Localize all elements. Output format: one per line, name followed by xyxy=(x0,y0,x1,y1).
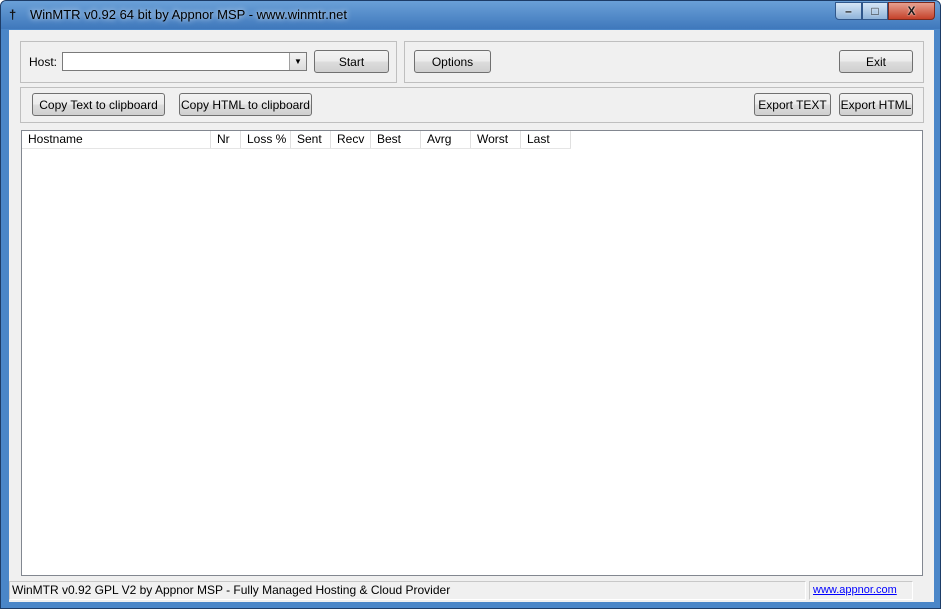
options-group: Options Exit xyxy=(404,41,924,83)
status-text: WinMTR v0.92 GPL V2 by Appnor MSP - Full… xyxy=(9,581,806,600)
host-input[interactable] xyxy=(65,54,285,69)
export-text-button[interactable]: Export TEXT xyxy=(754,93,831,116)
column-loss[interactable]: Loss % xyxy=(241,131,291,148)
column-best[interactable]: Best xyxy=(371,131,421,148)
host-group: Host: ▼ Start xyxy=(20,41,397,83)
status-bar: WinMTR v0.92 GPL V2 by Appnor MSP - Full… xyxy=(9,579,934,602)
results-header: Hostname Nr Loss % Sent Recv Best Avrg W… xyxy=(22,131,571,149)
winmtr-window: † WinMTR v0.92 64 bit by Appnor MSP - ww… xyxy=(0,0,941,609)
dropdown-arrow-icon[interactable]: ▼ xyxy=(289,53,306,70)
close-icon: X xyxy=(907,4,916,18)
export-group: Copy Text to clipboard Copy HTML to clip… xyxy=(20,87,924,123)
options-button[interactable]: Options xyxy=(414,50,491,73)
copy-text-button[interactable]: Copy Text to clipboard xyxy=(32,93,165,116)
column-last[interactable]: Last xyxy=(521,131,571,148)
column-worst[interactable]: Worst xyxy=(471,131,521,148)
status-link-pane: www.appnor.com xyxy=(809,581,913,600)
copy-html-button[interactable]: Copy HTML to clipboard xyxy=(179,93,312,116)
title-bar[interactable]: † WinMTR v0.92 64 bit by Appnor MSP - ww… xyxy=(1,1,940,29)
close-button[interactable]: X xyxy=(888,2,935,20)
window-title: WinMTR v0.92 64 bit by Appnor MSP - www.… xyxy=(30,7,347,22)
results-list[interactable]: Hostname Nr Loss % Sent Recv Best Avrg W… xyxy=(21,130,923,576)
maximize-button[interactable]: □ xyxy=(862,2,888,20)
host-combobox[interactable]: ▼ xyxy=(62,52,307,71)
start-button[interactable]: Start xyxy=(314,50,389,73)
client-area: Host: ▼ Start Options Exit Copy Text to … xyxy=(9,30,934,602)
exit-button[interactable]: Exit xyxy=(839,50,913,73)
caption-buttons: – □ X xyxy=(835,2,935,21)
minimize-icon: – xyxy=(845,4,852,18)
column-recv[interactable]: Recv xyxy=(331,131,371,148)
export-html-button[interactable]: Export HTML xyxy=(839,93,913,116)
column-hostname[interactable]: Hostname xyxy=(22,131,211,148)
host-label: Host: xyxy=(29,55,58,69)
column-sent[interactable]: Sent xyxy=(291,131,331,148)
appnor-link[interactable]: www.appnor.com xyxy=(813,584,897,596)
maximize-icon: □ xyxy=(871,4,879,18)
minimize-button[interactable]: – xyxy=(835,2,862,20)
column-avrg[interactable]: Avrg xyxy=(421,131,471,148)
column-nr[interactable]: Nr xyxy=(211,131,241,148)
winmtr-tower-icon[interactable]: † xyxy=(9,8,23,22)
